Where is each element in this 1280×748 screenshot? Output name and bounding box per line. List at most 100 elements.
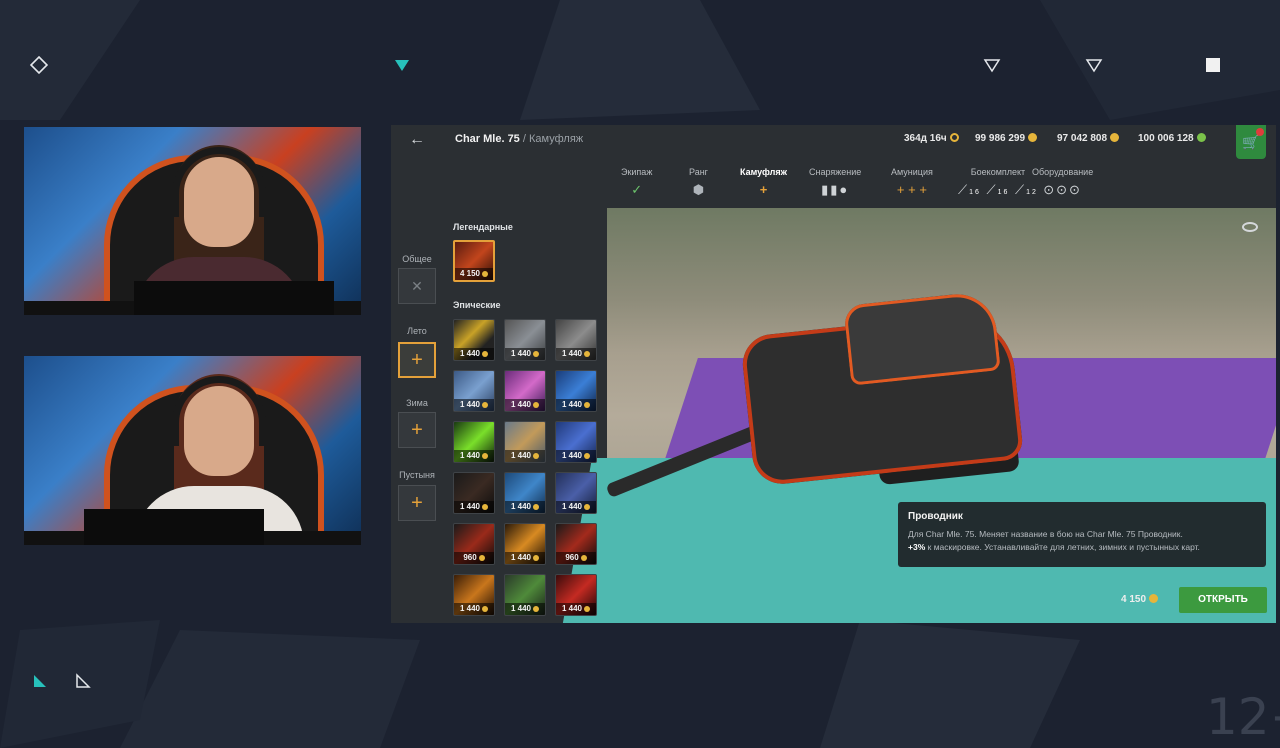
- cart-badge: [1256, 128, 1264, 136]
- triangle-down-teal-icon: [395, 60, 409, 71]
- season-slot-general[interactable]: ✕: [398, 268, 436, 304]
- gold-balance[interactable]: 99 986 299: [975, 133, 1038, 144]
- back-arrow-icon[interactable]: ←: [409, 131, 425, 149]
- gold-coin-icon: [1149, 594, 1159, 603]
- top-bar: ← Char Mle. 75 / Камуфляж 364д 16ч 99 98…: [391, 125, 1276, 159]
- camo-tile-epic[interactable]: 1 440: [504, 319, 546, 361]
- gold-coin-icon: [584, 453, 591, 459]
- plus-icon: +: [759, 182, 768, 197]
- triangle-down-outline-icon: [983, 59, 1001, 73]
- camo-tile-epic[interactable]: 1 440: [504, 370, 546, 412]
- camo-tile-epic[interactable]: 1 440: [504, 523, 546, 565]
- camo-tile-epic[interactable]: 960: [453, 523, 495, 565]
- camo-tile-epic[interactable]: 1 440: [555, 319, 597, 361]
- gold-coin-icon: [584, 606, 591, 612]
- gold-coin-icon: [584, 351, 591, 357]
- gold-coin-icon: [482, 606, 489, 612]
- legendary-heading: Легендарные: [453, 222, 513, 232]
- rank-badge-icon: ⬢: [692, 182, 705, 197]
- tile-price: 1 440: [556, 603, 596, 615]
- gold-coin-icon: [533, 402, 540, 408]
- close-icon: ✕: [411, 277, 423, 294]
- season-sidebar: Общее ✕ Лето + Зима + Пустыня +: [391, 208, 443, 623]
- epic-heading: Эпические: [453, 300, 501, 310]
- streamer-webcam-bottom: [24, 356, 361, 545]
- tile-price: 1 440: [454, 348, 494, 360]
- tile-price: 1 440: [505, 552, 545, 564]
- tile-price: 960: [454, 552, 494, 564]
- tab-equipment[interactable]: Оборудование ⊙⊙⊙: [1032, 167, 1093, 198]
- gold-coin-icon: [533, 453, 540, 459]
- square-icon: [1206, 58, 1220, 72]
- season-label-summer: Лето: [407, 326, 427, 336]
- tab-ammo[interactable]: Боекомплект ⟋16 ⟋16 ⟋12: [958, 167, 1038, 198]
- camo-tile-epic[interactable]: 1 440: [555, 421, 597, 463]
- tile-price: 1 440: [556, 450, 596, 462]
- tooltip-text: Для Char Mle. 75. Меняет название в бою …: [908, 529, 1200, 552]
- camo-tile-epic[interactable]: 1 440: [504, 574, 546, 616]
- tile-price: 1 440: [454, 450, 494, 462]
- gold-coin-icon: [580, 555, 587, 561]
- tile-price: 1 440: [454, 603, 494, 615]
- tab-rank[interactable]: Ранг ⬢: [689, 167, 708, 198]
- equipment-icons: ⊙⊙⊙: [1043, 182, 1082, 197]
- camo-tile-epic[interactable]: 1 440: [555, 472, 597, 514]
- camo-tile-epic[interactable]: 1 440: [555, 574, 597, 616]
- eye-icon[interactable]: [1242, 222, 1258, 232]
- streamer-webcam-top: [24, 127, 361, 315]
- tile-price: 1 440: [505, 450, 545, 462]
- camouflage-grid: Легендарные 4 150 Эпические 1 440 1 440 1 …: [443, 208, 608, 623]
- credits-balance[interactable]: 97 042 808: [1057, 133, 1120, 144]
- season-slot-summer[interactable]: +: [398, 342, 436, 378]
- gold-coin-icon: [482, 351, 489, 357]
- tab-provisions[interactable]: Амуниция + + +: [891, 167, 933, 197]
- gold-coin-icon: [533, 555, 540, 561]
- tooltip-title: Проводник: [908, 511, 963, 522]
- camo-tile-epic[interactable]: 1 440: [504, 472, 546, 514]
- shop-cart-button[interactable]: 🛒: [1236, 125, 1266, 159]
- open-button[interactable]: ОТКРЫТЬ: [1179, 587, 1267, 613]
- triangle-down-outline-icon: [1085, 59, 1103, 73]
- corner-triangle-outline-icon: [76, 673, 91, 688]
- season-label-desert: Пустыня: [399, 470, 435, 480]
- season-slot-winter[interactable]: +: [398, 412, 436, 448]
- gold-coin-icon: [482, 271, 489, 277]
- camo-tile-legendary[interactable]: 4 150: [453, 240, 495, 282]
- tab-crew[interactable]: Экипаж ✓: [621, 167, 652, 198]
- camo-tile-epic[interactable]: 1 440: [555, 370, 597, 412]
- season-label-general: Общее: [402, 254, 432, 264]
- tank-turret: [843, 290, 1001, 386]
- tab-camouflage[interactable]: Камуфляж +: [740, 167, 787, 197]
- plus-icon: +: [411, 418, 423, 441]
- premium-timer[interactable]: 364д 16ч: [904, 133, 959, 144]
- tab-consumables[interactable]: Снаряжение ▮▮●: [809, 167, 861, 198]
- free-xp-balance[interactable]: 100 006 128: [1138, 133, 1206, 144]
- gold-coin-icon: [482, 504, 489, 510]
- camo-tile-epic[interactable]: 960: [555, 523, 597, 565]
- gold-coin-icon: [584, 504, 591, 510]
- camo-tile-epic[interactable]: 1 440: [453, 319, 495, 361]
- tile-price: 4 150: [455, 268, 493, 280]
- cart-icon: 🛒: [1242, 133, 1260, 150]
- shell-icons: ⟋16 ⟋16 ⟋12: [958, 182, 1038, 197]
- plus-icons: + + +: [896, 182, 927, 197]
- gold-coin-icon: [478, 555, 485, 561]
- title-separator: /: [522, 133, 526, 145]
- camo-tile-epic[interactable]: 1 440: [504, 421, 546, 463]
- diamond-icon: [30, 56, 48, 74]
- tile-price: 1 440: [556, 348, 596, 360]
- gold-coin-icon: [482, 402, 489, 408]
- tile-price: 1 440: [505, 348, 545, 360]
- season-label-winter: Зима: [406, 398, 428, 408]
- tile-price: 1 440: [454, 399, 494, 411]
- tank-name: Char Mle. 75: [455, 133, 520, 145]
- camo-tile-epic[interactable]: 1 440: [453, 421, 495, 463]
- camo-tile-epic[interactable]: 1 440: [453, 574, 495, 616]
- tile-price: 1 440: [556, 501, 596, 513]
- gold-coin-icon: [533, 606, 540, 612]
- gold-coin-icon: [533, 504, 540, 510]
- check-icon: ✓: [631, 182, 643, 197]
- camo-tile-epic[interactable]: 1 440: [453, 370, 495, 412]
- camo-tile-epic[interactable]: 1 440: [453, 472, 495, 514]
- season-slot-desert[interactable]: +: [398, 485, 436, 521]
